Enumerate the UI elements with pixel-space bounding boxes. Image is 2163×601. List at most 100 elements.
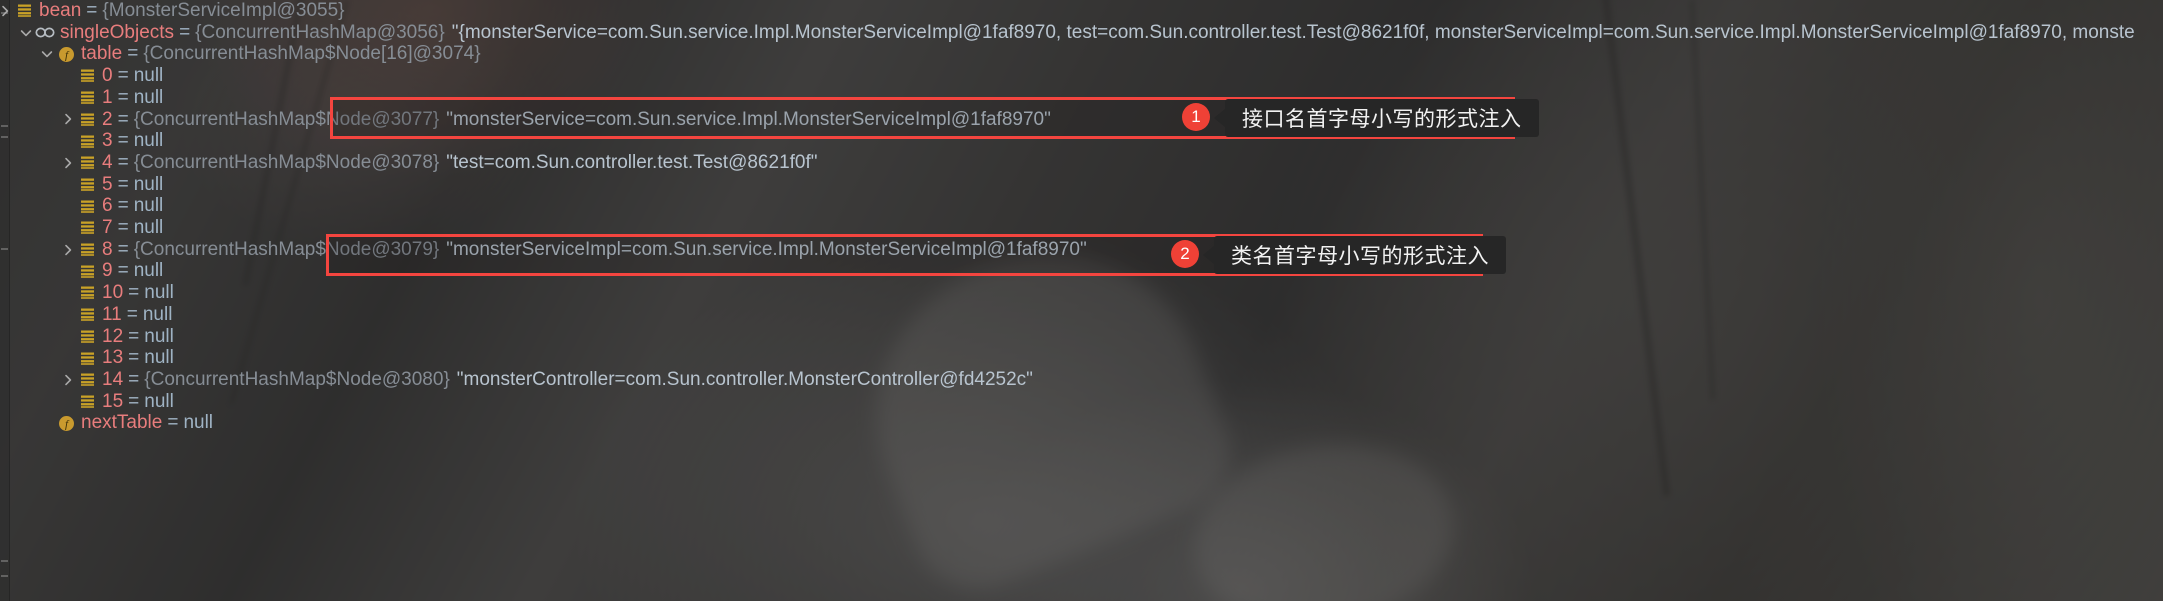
array-element-icon — [77, 130, 97, 152]
equals-sign: = — [117, 173, 129, 195]
tree-row[interactable]: 6 = null — [77, 195, 163, 217]
chevron-down-icon[interactable] — [38, 43, 56, 65]
equals-sign: = — [128, 347, 140, 369]
variable-value-reference: {ConcurrentHashMap$Node@3078} — [133, 151, 440, 173]
variable-name: 9 — [102, 260, 113, 282]
array-element-icon — [77, 109, 97, 131]
variable-name: nextTable — [81, 412, 163, 434]
variable-value-null: null — [133, 173, 164, 195]
variable-name: table — [81, 43, 123, 65]
array-element-icon — [77, 260, 97, 282]
variable-name: 14 — [102, 368, 124, 390]
variable-value-string: "test=com.Sun.controller.test.Test@8621f… — [446, 151, 818, 173]
variables-tree[interactable]: bean = {MonsterServiceImpl@3055} singleObje… — [0, 0, 2163, 601]
tree-row[interactable]: 15 = null — [77, 391, 174, 413]
static-field-icon — [35, 22, 55, 44]
equals-sign: = — [128, 325, 140, 347]
variable-name: 15 — [102, 390, 124, 412]
chevron-right-icon[interactable] — [59, 239, 77, 261]
tree-row[interactable]: 2 = {ConcurrentHashMap$Node@3077} "monsterS… — [77, 109, 1051, 131]
variable-value-reference: {ConcurrentHashMap$Node@3077} — [133, 108, 440, 130]
variable-name: 12 — [102, 325, 124, 347]
variable-value-string: "monsterService=com.Sun.service.Impl.Mon… — [446, 108, 1051, 130]
annotation-callout-1: 接口名首字母小写的形式注入 — [1225, 99, 1539, 137]
equals-sign: = — [117, 238, 129, 260]
variable-value-reference: {ConcurrentHashMap$Node@3080} — [144, 368, 450, 390]
tree-row[interactable]: 13 = null — [77, 347, 174, 369]
equals-sign: = — [117, 195, 129, 217]
variable-value-reference: {MonsterServiceImpl@3055} — [102, 0, 345, 21]
equals-sign: = — [117, 151, 129, 173]
variable-value-null: null — [133, 217, 164, 238]
equals-sign: = — [128, 282, 140, 304]
variable-value-string: "monsterController=com.Sun.controller.Mo… — [456, 368, 1033, 390]
equals-sign: = — [117, 217, 129, 238]
field-icon: f — [56, 412, 76, 434]
chevron-right-icon[interactable] — [59, 369, 77, 391]
equals-sign: = — [117, 130, 129, 152]
field-icon: f — [56, 43, 76, 65]
tree-row[interactable]: 5 = null — [77, 174, 163, 196]
array-element-icon — [77, 347, 97, 369]
variable-name: 10 — [102, 282, 124, 304]
equals-sign: = — [128, 390, 140, 412]
array-element-icon — [77, 195, 97, 217]
tree-row[interactable]: 0 = null — [77, 65, 163, 87]
variable-value-null: null — [142, 303, 173, 325]
equals-sign: = — [117, 260, 129, 282]
array-element-icon — [77, 174, 97, 196]
variable-name: 6 — [102, 195, 113, 217]
array-element-icon — [77, 65, 97, 87]
tree-row[interactable]: 3 = null — [77, 130, 163, 152]
tree-row[interactable]: singleObjects = {ConcurrentHashMap@3056} "{… — [35, 22, 2135, 44]
chevron-right-icon[interactable] — [59, 109, 77, 131]
debugger-variables-panel: bean = {MonsterServiceImpl@3055} singleObje… — [0, 0, 2163, 601]
tree-row[interactable]: 8 = {ConcurrentHashMap$Node@3079} "monsterS… — [77, 239, 1087, 261]
array-element-icon — [77, 152, 97, 174]
array-element-icon — [77, 391, 97, 413]
chevron-down-icon[interactable] — [17, 22, 35, 44]
variable-value-null: null — [183, 412, 214, 434]
variable-value-reference: {ConcurrentHashMap$Node@3079} — [133, 238, 440, 260]
tree-row[interactable]: 9 = null — [77, 260, 163, 282]
variable-value-reference: {ConcurrentHashMap@3056} — [195, 21, 445, 43]
variable-value-null: null — [133, 195, 164, 217]
variable-name: bean — [39, 0, 82, 21]
variable-value-null: null — [144, 347, 174, 369]
equals-sign: = — [117, 65, 129, 87]
variable-name: 13 — [102, 347, 124, 369]
tree-row[interactable]: f nextTable = null — [56, 412, 213, 434]
tree-row[interactable]: 1 = null — [77, 87, 163, 109]
chevron-right-icon[interactable] — [0, 0, 14, 22]
tree-row[interactable]: 4 = {ConcurrentHashMap$Node@3078} "test=com… — [77, 152, 818, 174]
variable-name: 3 — [102, 130, 113, 152]
tree-row[interactable]: 14 = {ConcurrentHashMap$Node@3080} "monster… — [77, 369, 1033, 391]
array-element-icon — [77, 87, 97, 109]
tree-row[interactable]: bean = {MonsterServiceImpl@3055} — [14, 0, 345, 22]
equals-sign: = — [117, 86, 129, 108]
annotation-callout-2: 类名首字母小写的形式注入 — [1214, 236, 1506, 274]
tree-row[interactable]: 11 = null — [77, 304, 172, 326]
annotation-badge-1: 1 — [1182, 103, 1210, 131]
variable-name: singleObjects — [60, 21, 175, 43]
array-element-icon — [77, 217, 97, 239]
equals-sign: = — [126, 303, 138, 325]
variable-value-null: null — [144, 282, 174, 304]
array-element-icon — [14, 0, 34, 22]
equals-sign: = — [167, 412, 179, 434]
tree-row[interactable]: 12 = null — [77, 326, 174, 348]
equals-sign: = — [127, 43, 139, 65]
variable-value-null: null — [144, 390, 174, 412]
equals-sign: = — [117, 108, 129, 130]
chevron-right-icon[interactable] — [59, 152, 77, 174]
equals-sign: = — [179, 21, 191, 43]
tree-row[interactable]: 10 = null — [77, 282, 174, 304]
tree-row[interactable]: f table = {ConcurrentHashMap$Node[16]@3074} — [56, 43, 481, 65]
annotation-badge-2: 2 — [1171, 240, 1199, 268]
variable-value-null: null — [144, 325, 174, 347]
equals-sign: = — [128, 368, 140, 390]
variable-value-null: null — [133, 86, 164, 108]
variable-name: 5 — [102, 173, 113, 195]
variable-name: 2 — [102, 108, 113, 130]
tree-row[interactable]: 7 = null — [77, 217, 163, 239]
